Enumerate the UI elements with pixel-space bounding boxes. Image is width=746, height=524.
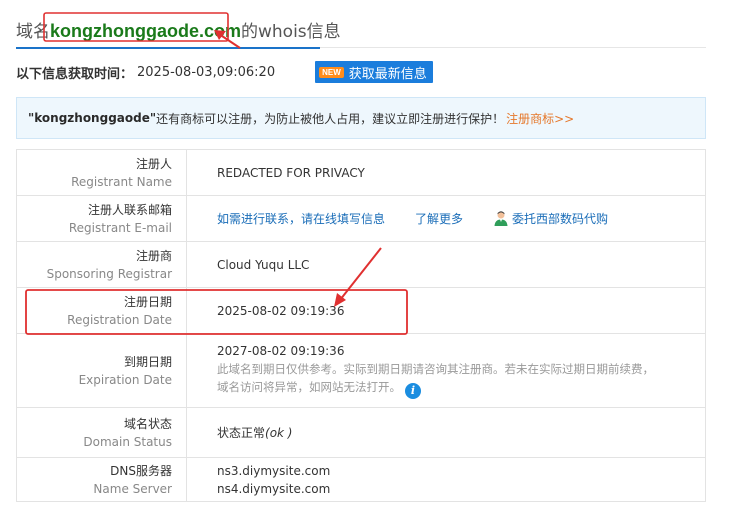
title-prefix: 域名 [16, 22, 50, 42]
row-label: 注册人联系邮箱 Registrant E-mail [16, 195, 187, 242]
refresh-label: 获取最新信息 [348, 66, 427, 82]
label-zh: 注册日期 [123, 294, 172, 309]
query-time-value: 2025-08-03,09:06:20 [137, 64, 276, 80]
name-server-cell: ns3.diymysite.com ns4.diymysite.com [186, 457, 706, 502]
row-label: 注册人 Registrant Name [16, 149, 187, 196]
label-en: Expiration Date [78, 372, 172, 387]
label-en: Domain Status [83, 434, 172, 449]
expiration-note-line2: 域名访问将异常，如网站无法打开。 i [217, 378, 705, 399]
label-zh: 注册商 [135, 248, 172, 263]
expiration-date-cell: 2027-08-02 09:19:36 此域名到期日仅供参考。实际到期日期请咨询… [186, 333, 706, 408]
row-label: DNS服务器 Name Server [16, 457, 187, 502]
agent-person-icon [493, 210, 509, 226]
whois-table: 注册人 Registrant Name REDACTED FOR PRIVACY… [16, 149, 706, 502]
trademark-notice: "kongzhonggaode" 还有商标可以注册，为防止被他人占用，建议立即注… [16, 97, 706, 139]
table-row: 注册人联系邮箱 Registrant E-mail 如需进行联系，请在线填写信息… [16, 195, 706, 242]
row-label: 域名状态 Domain Status [16, 407, 187, 458]
table-row: 到期日期 Expiration Date 2027-08-02 09:19:36… [16, 333, 706, 408]
domain-status-value: 状态正常(ok ) [186, 407, 706, 458]
learn-more-link[interactable]: 了解更多 [415, 212, 463, 226]
page-title: 域名kongzhonggaode.com的whois信息 [16, 17, 341, 42]
page-header: 域名kongzhonggaode.com的whois信息 [16, 14, 706, 49]
info-icon[interactable]: i [405, 383, 421, 399]
table-row: 注册人 Registrant Name REDACTED FOR PRIVACY [16, 149, 706, 196]
expiration-note-text: 域名访问将异常，如网站无法打开。 [217, 380, 401, 394]
registrant-value: REDACTED FOR PRIVACY [186, 149, 706, 196]
row-label: 到期日期 Expiration Date [16, 333, 187, 408]
name-server-2: ns4.diymysite.com [217, 481, 331, 496]
registrar-value: Cloud Yuqu LLC [186, 241, 706, 288]
new-badge: NEW [319, 66, 344, 78]
label-en: Sponsoring Registrar [46, 266, 172, 281]
query-time-label: 以下信息获取时间： [16, 66, 134, 82]
status-text: 状态正常 [217, 426, 266, 440]
expiration-note-line1: 此域名到期日仅供参考。实际到期日期请咨询其注册商。若未在实际过期日期前续费， [217, 362, 654, 376]
label-zh: 到期日期 [123, 354, 172, 369]
table-row: 注册日期 Registration Date 2025-08-02 09:19:… [16, 287, 706, 334]
notice-text: 还有商标可以注册，为防止被他人占用，建议立即注册进行保护！ [156, 111, 505, 126]
agent-purchase-link[interactable]: 委托西部数码代购 [512, 212, 608, 226]
title-suffix: 的whois信息 [241, 22, 341, 42]
row-label: 注册商 Sponsoring Registrar [16, 241, 187, 288]
refresh-button[interactable]: NEW 获取最新信息 [315, 61, 433, 83]
label-en: Registration Date [67, 312, 172, 327]
label-zh: DNS服务器 [110, 463, 172, 478]
label-en: Registrant Name [71, 174, 172, 189]
row-label: 注册日期 Registration Date [16, 287, 187, 334]
table-row: DNS服务器 Name Server ns3.diymysite.com ns4… [16, 457, 706, 502]
title-underline [16, 47, 320, 49]
register-trademark-link[interactable]: 注册商标>> [506, 110, 574, 127]
label-en: Name Server [93, 481, 172, 496]
expiration-date-value: 2027-08-02 09:19:36 [217, 344, 345, 358]
table-row: 注册商 Sponsoring Registrar Cloud Yuqu LLC [16, 241, 706, 288]
status-code: (ok ) [265, 426, 293, 440]
label-en: Registrant E-mail [68, 220, 172, 235]
registration-date-value: 2025-08-02 09:19:36 [186, 287, 706, 334]
email-value: 如需进行联系，请在线填写信息 了解更多 委托西部数码代购 [186, 195, 706, 242]
label-zh: 注册人联系邮箱 [87, 202, 172, 217]
label-zh: 域名状态 [123, 416, 172, 431]
domain-name: kongzhonggaode.com [50, 21, 241, 41]
query-time-row: 以下信息获取时间： 2025-08-03,09:06:20 NEW 获取最新信息 [16, 61, 433, 83]
contact-form-link[interactable]: 如需进行联系，请在线填写信息 [217, 212, 385, 226]
notice-name: "kongzhonggaode" [28, 111, 157, 125]
table-row: 域名状态 Domain Status 状态正常(ok ) [16, 407, 706, 458]
name-server-1: ns3.diymysite.com [217, 463, 331, 478]
label-zh: 注册人 [135, 156, 172, 171]
